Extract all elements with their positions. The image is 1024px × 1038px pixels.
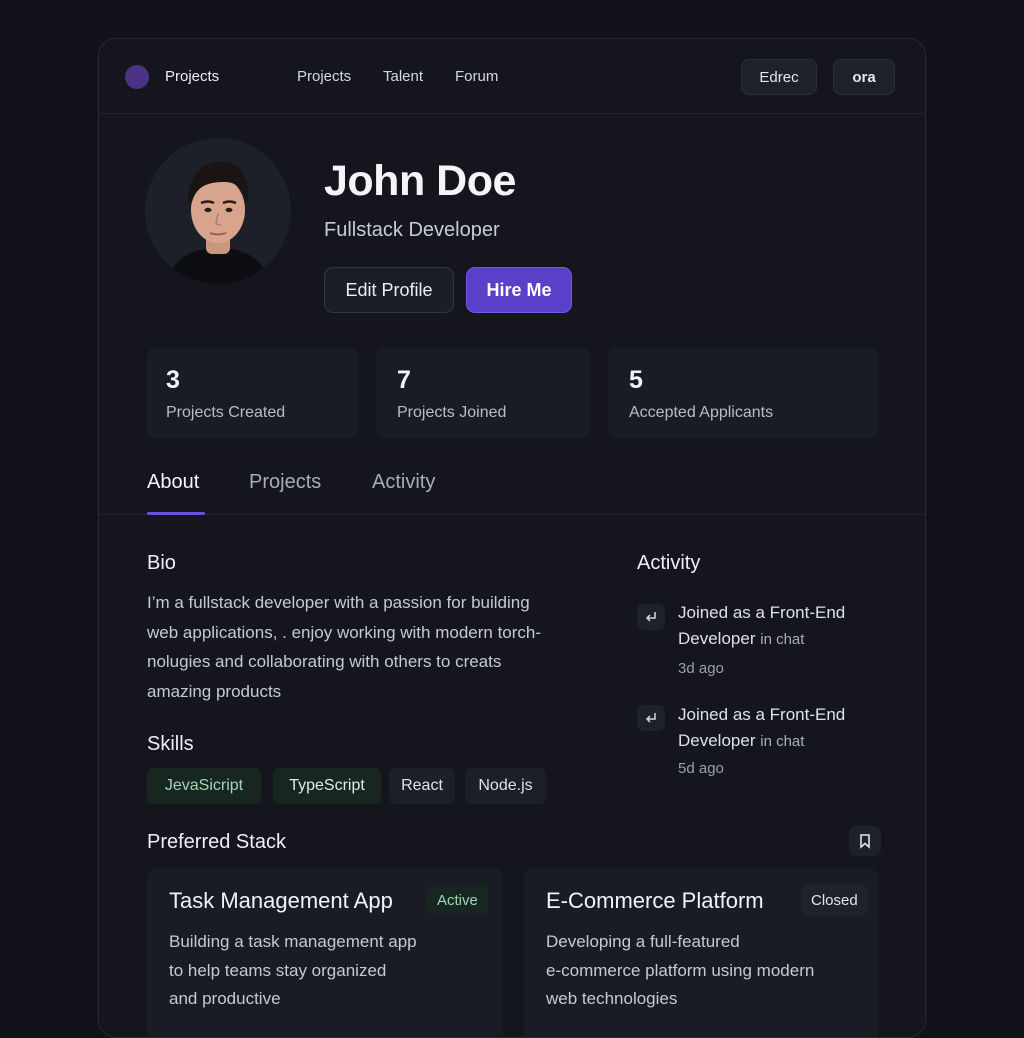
project-description: Building a task management app to help t…	[169, 928, 459, 1014]
stat-label: Projects Created	[166, 404, 286, 421]
project-title: E-Commerce Platform	[546, 888, 764, 913]
hire-me-button[interactable]: Hire Me	[466, 267, 572, 313]
tab-about[interactable]: About	[147, 471, 199, 494]
project-card-task-management[interactable]: Task Management App Active Building a ta…	[147, 868, 503, 1037]
logo-icon[interactable]	[125, 65, 149, 89]
project-card-ecommerce[interactable]: E-Commerce Platform Closed Developing a …	[524, 868, 878, 1037]
tab-projects[interactable]: Projects	[249, 471, 321, 494]
desc-line: Developing a full-featured	[546, 932, 740, 951]
brand-label[interactable]: Projects	[165, 68, 219, 85]
activity-line: Developer	[678, 629, 756, 648]
avatar-photo	[145, 138, 291, 284]
skill-chip[interactable]: React	[389, 768, 455, 804]
skills-heading: Skills	[147, 733, 194, 755]
skill-chip[interactable]: JevaSicript	[147, 768, 261, 804]
skill-chip[interactable]: TypeScript	[273, 768, 381, 804]
stat-label: Accepted Applicants	[629, 404, 774, 421]
profile-window: Projects Projects Talent Forum Edrec ora	[98, 38, 926, 1038]
project-description: Developing a full-featured e-commerce pl…	[546, 928, 836, 1014]
nav-button-ora[interactable]: ora	[833, 59, 895, 95]
stat-label: Projects Joined	[397, 404, 507, 421]
tab-activity[interactable]: Activity	[372, 471, 435, 494]
nav-link-forum[interactable]: Forum	[455, 68, 498, 85]
bio-text: I’m a fullstack developer with a passion…	[147, 588, 597, 706]
activity-time: 3d ago	[678, 660, 724, 677]
bookmark-icon[interactable]	[849, 826, 881, 856]
skill-chip[interactable]: Node.js	[465, 768, 546, 804]
preferred-stack-heading: Preferred Stack	[147, 831, 286, 853]
tabs-divider	[99, 514, 925, 515]
activity-item[interactable]: Joined as a Front-End Developer in chat	[678, 702, 878, 755]
activity-line: Developer	[678, 731, 756, 750]
avatar	[145, 138, 291, 284]
edit-profile-button[interactable]: Edit Profile	[324, 267, 454, 313]
stat-value: 5	[629, 366, 643, 394]
profile-name: John Doe	[324, 157, 516, 205]
stat-value: 3	[166, 366, 180, 394]
activity-line: Joined as a Front-End	[678, 705, 846, 724]
top-nav: Projects Projects Talent Forum Edrec ora	[99, 39, 925, 114]
nav-link-talent[interactable]: Talent	[383, 68, 423, 85]
activity-line: Joined as a Front-End	[678, 603, 846, 622]
bio-line: amazing products	[147, 681, 282, 701]
nav-link-projects[interactable]: Projects	[297, 68, 351, 85]
stat-card-projects-created: 3 Projects Created	[147, 348, 358, 438]
activity-heading: Activity	[637, 552, 701, 574]
bio-line: I’m a fullstack developer with a passion…	[147, 593, 530, 612]
bio-line: web applications, . enjoy working with m…	[147, 622, 542, 642]
bio-heading: Bio	[147, 552, 176, 574]
stat-value: 7	[397, 366, 411, 394]
desc-line: to help teams stay organized	[169, 960, 387, 980]
activity-context: in chat	[760, 733, 805, 750]
desc-line: Building a task management app	[169, 932, 417, 951]
activity-context: in chat	[760, 631, 805, 648]
profile-role: Fullstack Developer	[324, 219, 500, 241]
nav-button-edrec[interactable]: Edrec	[741, 59, 817, 95]
return-arrow-icon	[637, 604, 665, 630]
stat-card-accepted-applicants: 5 Accepted Applicants	[608, 348, 878, 438]
bio-line: nolugies and collaborating with others t…	[147, 652, 502, 671]
project-title: Task Management App	[169, 888, 393, 913]
desc-line: web technologies	[546, 989, 678, 1008]
desc-line: e-commerce platform using modern	[546, 960, 815, 980]
active-tab-indicator	[147, 512, 205, 515]
activity-time: 5d ago	[678, 760, 724, 777]
stat-card-projects-joined: 7 Projects Joined	[376, 348, 590, 438]
status-badge: Closed	[801, 885, 868, 915]
return-arrow-icon	[637, 705, 665, 731]
activity-item[interactable]: Joined as a Front-End Developer in chat	[678, 600, 878, 653]
status-badge: Active	[427, 885, 488, 915]
desc-line: and productive	[169, 989, 281, 1008]
